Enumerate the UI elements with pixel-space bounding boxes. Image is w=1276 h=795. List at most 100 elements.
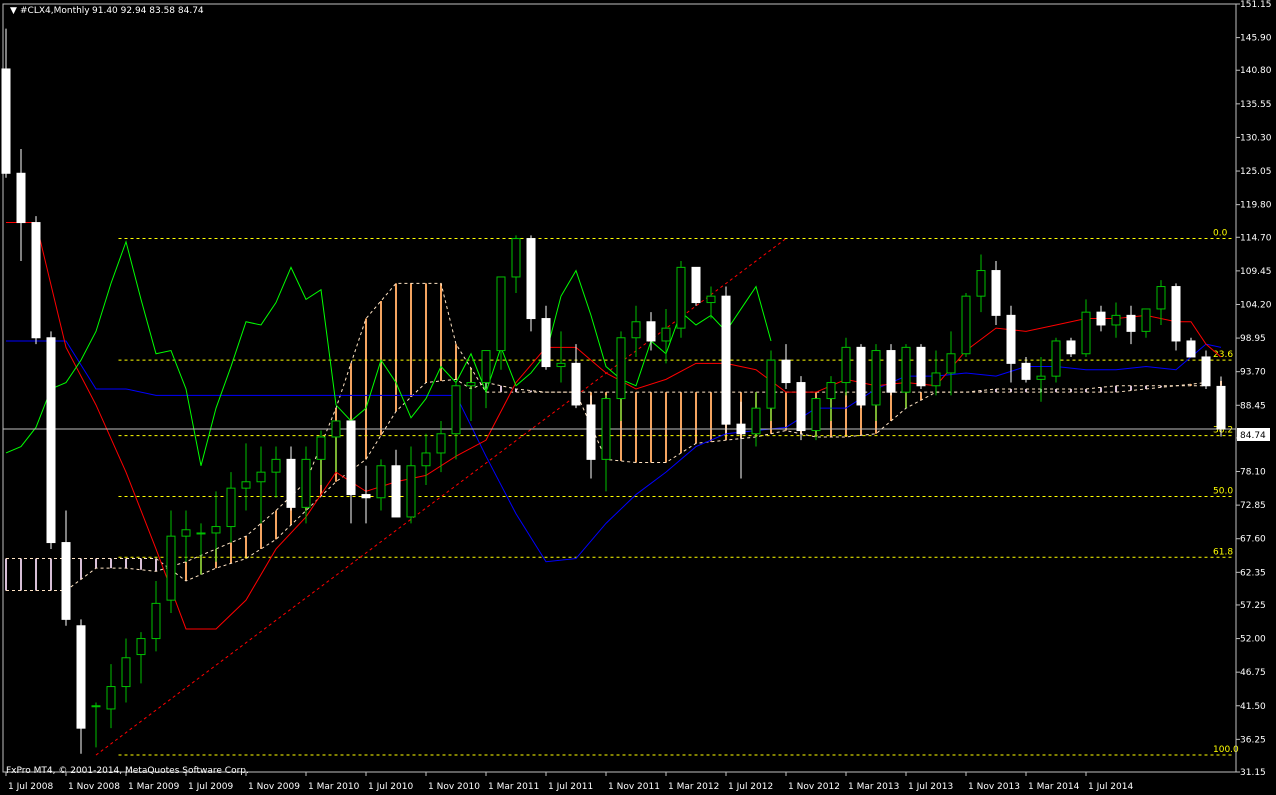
candle-body bbox=[631, 321, 641, 339]
price-tick-label: 114.70 bbox=[1240, 233, 1272, 243]
candle-body bbox=[751, 407, 761, 435]
candle-body bbox=[706, 295, 716, 304]
candle-body bbox=[1126, 314, 1136, 332]
time-tick-label: 1 Nov 2009 bbox=[248, 782, 300, 792]
candle bbox=[1201, 350, 1211, 389]
time-tick-label: 1 Jul 2010 bbox=[368, 782, 413, 792]
candle bbox=[256, 446, 266, 524]
price-chart[interactable]: 0.023.638.250.061.8100.0 151.15145.90140… bbox=[0, 0, 1276, 795]
candle-body bbox=[316, 436, 326, 460]
fib-level-label: 0.0 bbox=[1213, 229, 1228, 239]
time-tick-label: 1 Mar 2010 bbox=[308, 782, 360, 792]
candle-body bbox=[1216, 385, 1226, 430]
time-tick-label: 1 Jul 2012 bbox=[728, 782, 773, 792]
candle bbox=[76, 619, 86, 754]
candle-body bbox=[151, 602, 161, 640]
candle-body bbox=[1141, 308, 1151, 332]
candle bbox=[481, 350, 491, 409]
candle bbox=[376, 459, 386, 511]
candle bbox=[1006, 305, 1016, 383]
candle-body bbox=[436, 433, 446, 454]
candle-body bbox=[1096, 311, 1106, 326]
time-tick-label: 1 Jul 2008 bbox=[8, 782, 53, 792]
candle bbox=[451, 382, 461, 460]
candle-body bbox=[1021, 362, 1031, 380]
candle bbox=[661, 308, 671, 364]
candle bbox=[841, 337, 851, 396]
price-tick-label: 145.90 bbox=[1240, 34, 1272, 44]
candle-body bbox=[1066, 340, 1076, 355]
candle-body bbox=[376, 465, 386, 499]
candle bbox=[1081, 299, 1091, 357]
kijun-sen bbox=[6, 340, 1222, 563]
candle bbox=[751, 392, 761, 447]
candle bbox=[421, 433, 431, 485]
candle-body bbox=[961, 295, 971, 355]
time-tick-label: 1 Nov 2011 bbox=[608, 782, 660, 792]
candle-body bbox=[646, 321, 656, 342]
candle-body bbox=[1081, 311, 1091, 355]
candle-body bbox=[31, 222, 41, 339]
candle bbox=[166, 510, 176, 613]
price-tick-label: 62.35 bbox=[1240, 568, 1266, 578]
price-tick-label: 119.80 bbox=[1240, 201, 1272, 211]
candle bbox=[586, 395, 596, 479]
candle bbox=[196, 523, 206, 575]
candle-body bbox=[736, 423, 746, 435]
price-tick-label: 151.15 bbox=[1240, 0, 1272, 10]
price-tick-label: 104.20 bbox=[1240, 300, 1272, 310]
candle-body bbox=[496, 276, 506, 352]
price-tick-label: 98.95 bbox=[1240, 334, 1266, 344]
ohlc-label: 91.40 92.94 83.58 84.74 bbox=[92, 6, 204, 16]
candle bbox=[1051, 337, 1061, 383]
candle bbox=[796, 376, 806, 441]
candle bbox=[181, 510, 191, 562]
fib-level-label: 50.0 bbox=[1213, 486, 1233, 496]
candle-body bbox=[361, 494, 371, 499]
candle bbox=[631, 305, 641, 357]
candle bbox=[226, 472, 236, 543]
candle-body bbox=[391, 465, 401, 518]
dropdown-arrow-icon[interactable]: ▼ bbox=[10, 6, 17, 16]
candle-body bbox=[1036, 375, 1046, 380]
candle-body bbox=[1201, 356, 1211, 387]
candle-body bbox=[301, 458, 311, 508]
price-tick-label: 36.25 bbox=[1240, 735, 1266, 745]
candle bbox=[811, 398, 821, 441]
candle-body bbox=[721, 295, 731, 425]
candle-body bbox=[796, 382, 806, 432]
price-tick-label: 72.85 bbox=[1240, 501, 1266, 511]
candle bbox=[1111, 302, 1121, 338]
copyright-text: FxPro MT4, © 2001-2014, MetaQuotes Softw… bbox=[6, 766, 249, 776]
candle-body bbox=[976, 270, 986, 297]
price-tick-label: 140.80 bbox=[1240, 66, 1272, 76]
price-tick-label: 46.75 bbox=[1240, 668, 1266, 678]
candle bbox=[646, 312, 656, 351]
candle bbox=[826, 376, 836, 421]
price-tick-label: 93.70 bbox=[1240, 368, 1266, 378]
candle-body bbox=[181, 529, 191, 537]
candle bbox=[616, 331, 626, 421]
tenkan-sen bbox=[6, 222, 1222, 630]
candle-body bbox=[16, 172, 26, 224]
price-tick-label: 109.45 bbox=[1240, 267, 1272, 277]
candle bbox=[571, 344, 581, 409]
candle-body bbox=[136, 638, 146, 656]
candle-body bbox=[1051, 340, 1061, 377]
candle bbox=[1186, 337, 1196, 358]
candle bbox=[46, 331, 56, 549]
candle-body bbox=[46, 337, 56, 544]
candle bbox=[466, 369, 476, 421]
chikou-span bbox=[5, 240, 772, 466]
candle bbox=[991, 260, 1001, 325]
candle-body bbox=[661, 327, 671, 342]
candle-body bbox=[196, 532, 206, 535]
candle bbox=[916, 344, 926, 389]
candle-body bbox=[511, 238, 521, 278]
fib-level-label: 23.6 bbox=[1213, 350, 1233, 360]
candle-body bbox=[61, 542, 71, 620]
candle bbox=[871, 344, 881, 421]
candle bbox=[301, 446, 311, 524]
candle-body bbox=[826, 382, 836, 400]
chart-window[interactable]: 0.0 23.6 38.2 50.0 61.8 100.0 151.15 145.90 140… bbox=[0, 0, 1276, 795]
